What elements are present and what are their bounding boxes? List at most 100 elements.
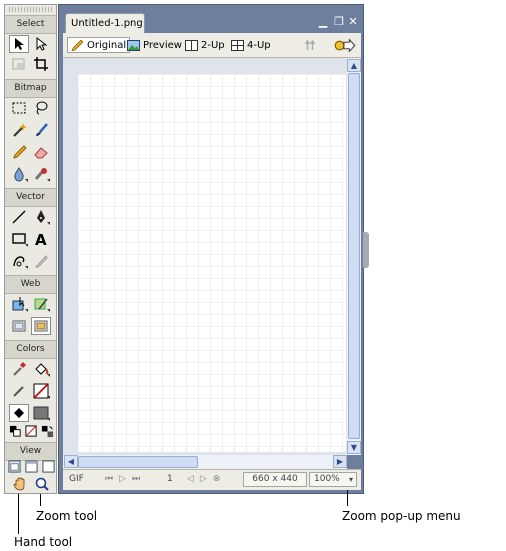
scroll-right-icon[interactable]: ▶: [333, 455, 347, 468]
knife-icon: [34, 255, 48, 268]
rectangle-tool[interactable]: [9, 230, 29, 248]
eraser-icon: [34, 147, 48, 159]
hide-slices-tool[interactable]: [9, 317, 29, 335]
scroll-down-icon[interactable]: ▼: [347, 441, 361, 454]
minimize-icon[interactable]: ▁: [317, 15, 329, 28]
pencil-icon: [13, 145, 27, 159]
freeform-tool[interactable]: [9, 252, 29, 270]
zoom-level: 100%: [314, 474, 340, 484]
section-colors: Colors: [5, 340, 56, 359]
freeform-icon: [13, 256, 25, 267]
blur-tool[interactable]: [9, 165, 29, 183]
show-slices-icon: [34, 320, 48, 332]
section-select: Select: [5, 15, 56, 34]
quick-export-button[interactable]: [334, 37, 356, 53]
first-frame-icon[interactable]: ⏮: [105, 474, 119, 484]
screen-mode-controls: [8, 460, 55, 474]
document-canvas[interactable]: [78, 74, 346, 452]
slice-icon: [34, 298, 48, 310]
pointer-icon: [15, 38, 24, 50]
scroll-up-icon[interactable]: ▲: [347, 59, 361, 72]
rectangle-icon: [12, 233, 26, 244]
zoom-tool-leader: [40, 494, 41, 506]
stroke-color-tool[interactable]: [9, 382, 29, 400]
eyedropper-tool[interactable]: [9, 360, 29, 378]
eraser-tool[interactable]: [31, 143, 51, 161]
standard-screen-mode-icon[interactable]: [8, 460, 21, 473]
play-icon[interactable]: ▷: [119, 474, 132, 484]
pointer-tool[interactable]: [9, 35, 29, 53]
section-bitmap: Bitmap: [5, 79, 56, 98]
no-color-icon[interactable]: [25, 425, 38, 438]
zoom-popup-menu[interactable]: 100% ▾: [309, 472, 357, 487]
stroke-color-box[interactable]: [31, 382, 51, 400]
pencil-tool[interactable]: [9, 143, 29, 161]
magic-wand-icon: [13, 123, 27, 137]
fill-color-tool[interactable]: [9, 404, 29, 422]
fullscreen-menus-icon[interactable]: [25, 460, 38, 473]
close-icon[interactable]: ✕: [347, 15, 359, 28]
document-toolbar: Original Preview 2-Up 4-Up: [63, 33, 361, 58]
swap-colors-icon[interactable]: [41, 425, 54, 438]
knife-tool[interactable]: [31, 252, 51, 270]
line-icon: [12, 210, 26, 224]
marquee-tool[interactable]: [9, 99, 29, 117]
horizontal-scroll-thumb[interactable]: [78, 456, 198, 468]
next-frame-icon[interactable]: ▷: [200, 474, 213, 484]
four-up-view-label: 4-Up: [247, 39, 271, 51]
panel-collapse-tab[interactable]: [363, 232, 369, 268]
two-up-view-label: 2-Up: [201, 39, 225, 51]
color-swatch-controls: [9, 425, 54, 439]
hotspot-tool[interactable]: [9, 295, 29, 313]
paint-bucket-tool[interactable]: [31, 360, 51, 378]
panel-grip[interactable]: [9, 7, 53, 12]
stroke-none-icon: [33, 383, 49, 399]
vertical-scroll-thumb[interactable]: [348, 73, 360, 439]
document-size[interactable]: 660 x 440: [243, 472, 307, 487]
fill-color-box[interactable]: [31, 404, 51, 422]
export-options-button[interactable]: [303, 37, 319, 53]
two-up-icon: [185, 39, 198, 51]
fullscreen-icon[interactable]: [42, 460, 55, 473]
restore-icon[interactable]: ❐: [333, 15, 345, 28]
show-slices-tool[interactable]: [31, 317, 51, 335]
svg-text:A: A: [35, 231, 47, 247]
crop-tool[interactable]: [31, 55, 51, 73]
hand-tool[interactable]: [10, 475, 30, 493]
horizontal-scrollbar[interactable]: ◀ ▶: [63, 455, 347, 469]
stroke-color-icon: [13, 386, 24, 397]
four-up-view-button[interactable]: 4-Up: [231, 37, 271, 53]
text-icon: A: [35, 231, 47, 247]
slice-tool[interactable]: [31, 295, 51, 313]
original-view-label: Original: [87, 39, 127, 51]
rubber-stamp-tool[interactable]: [31, 165, 51, 183]
crop-icon: [34, 57, 48, 71]
hide-slices-icon: [12, 320, 26, 332]
paint-bucket-icon: [35, 363, 49, 375]
text-tool[interactable]: A: [31, 230, 51, 248]
default-colors-icon[interactable]: [9, 425, 22, 438]
hand-icon: [13, 477, 25, 491]
scroll-left-icon[interactable]: ◀: [64, 455, 78, 468]
two-up-view-button[interactable]: 2-Up: [185, 37, 225, 53]
lasso-tool[interactable]: [31, 99, 51, 117]
preview-view-button[interactable]: Preview: [127, 37, 182, 53]
line-tool[interactable]: [9, 208, 29, 226]
vertical-scrollbar[interactable]: ▲ ▼: [347, 58, 361, 455]
blur-icon: [14, 167, 24, 182]
prev-frame-icon[interactable]: ◁: [187, 474, 200, 484]
original-view-button[interactable]: Original: [67, 37, 131, 53]
pen-tool[interactable]: [31, 208, 51, 226]
scale-tool[interactable]: [9, 55, 29, 73]
preview-view-label: Preview: [143, 39, 182, 51]
stop-icon[interactable]: ⊗: [213, 474, 227, 484]
zoom-tool[interactable]: [32, 475, 52, 493]
canvas-area: [63, 58, 347, 455]
brush-tool[interactable]: [31, 121, 51, 139]
subselect-tool[interactable]: [31, 35, 51, 53]
zoom-popup-callout: Zoom pop-up menu: [342, 509, 461, 523]
last-frame-icon[interactable]: ⏭: [132, 474, 146, 484]
document-tab[interactable]: Untitled-1.png: [65, 13, 145, 33]
magic-wand-tool[interactable]: [9, 121, 29, 139]
fill-color-icon: [14, 408, 24, 418]
